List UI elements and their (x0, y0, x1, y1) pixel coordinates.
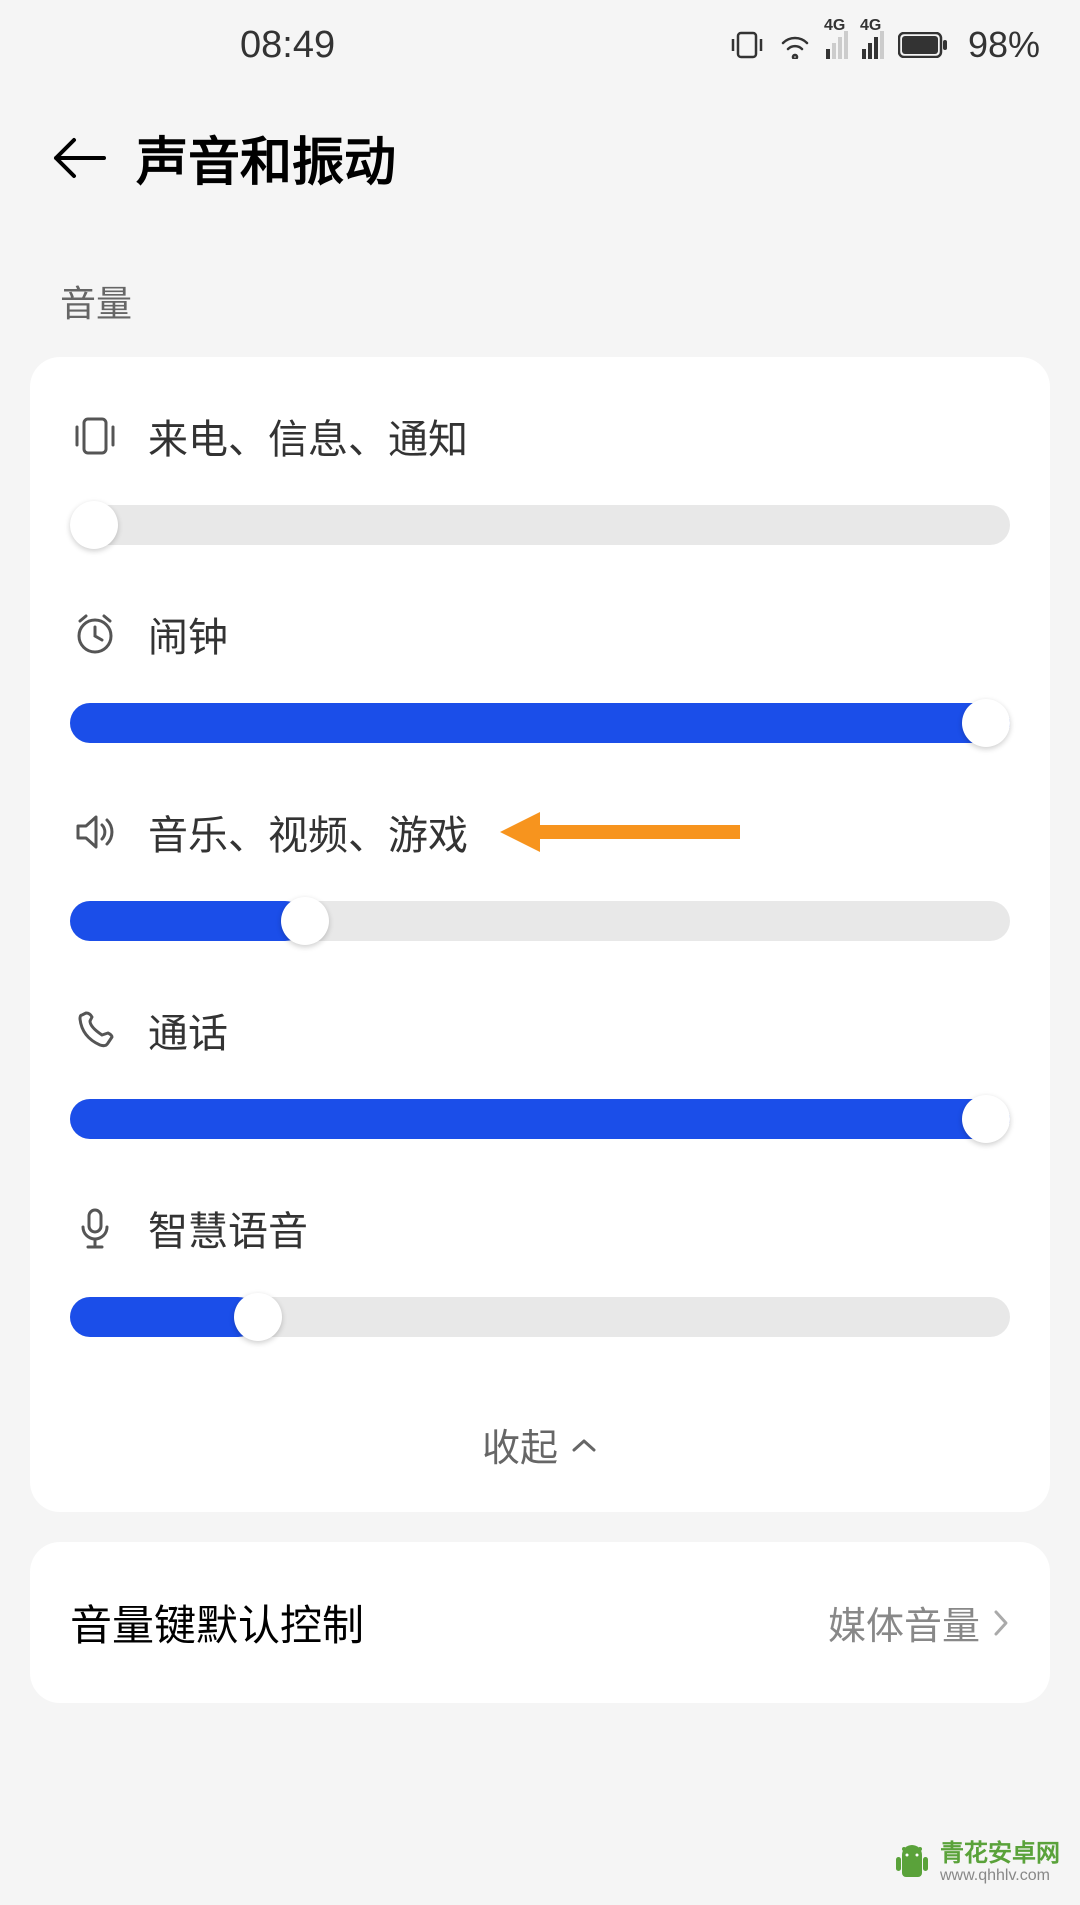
section-label-volume: 音量 (0, 245, 1080, 357)
media-slider[interactable] (70, 901, 1010, 941)
call-slider-row: 通话 (70, 1001, 1010, 1139)
slider-thumb[interactable] (281, 897, 329, 945)
collapse-button[interactable]: 收起 (70, 1397, 1010, 1482)
page-title: 声音和振动 (136, 120, 396, 195)
signal-4g-icon-2: 4G (862, 31, 884, 59)
watermark: 青花安卓网 www.qhhlv.com (892, 1841, 1060, 1885)
vibrate-icon (730, 31, 764, 59)
wifi-icon (778, 31, 812, 59)
status-icons: 4G 4G 98% (730, 24, 1040, 66)
voice-slider-row: 智慧语音 (70, 1199, 1010, 1337)
ringtone-slider-row: 来电、信息、通知 (70, 407, 1010, 545)
slider-thumb[interactable] (962, 1095, 1010, 1143)
ringtone-slider[interactable] (70, 505, 1010, 545)
alarm-clock-icon (70, 609, 120, 659)
watermark-logo-icon (892, 1843, 932, 1883)
volume-key-default-row[interactable]: 音量键默认控制 媒体音量 (70, 1592, 1010, 1653)
speaker-icon (70, 807, 120, 857)
chevron-right-icon (992, 1608, 1010, 1638)
status-time: 08:49 (240, 24, 335, 67)
volume-key-card: 音量键默认控制 媒体音量 (30, 1542, 1050, 1703)
alarm-slider-row: 闹钟 (70, 605, 1010, 743)
slider-thumb[interactable] (234, 1293, 282, 1341)
alarm-label: 闹钟 (148, 605, 228, 663)
phone-icon (70, 1005, 120, 1055)
microphone-icon (70, 1203, 120, 1253)
watermark-name: 青花安卓网 (940, 1841, 1060, 1867)
voice-slider[interactable] (70, 1297, 1010, 1337)
battery-icon (898, 32, 948, 58)
chevron-up-icon (570, 1436, 598, 1454)
annotation-arrow-icon (500, 807, 740, 857)
slider-thumb[interactable] (962, 699, 1010, 747)
volume-key-default-label: 音量键默认控制 (70, 1592, 364, 1653)
alarm-slider[interactable] (70, 703, 1010, 743)
call-slider[interactable] (70, 1099, 1010, 1139)
call-label: 通话 (148, 1001, 228, 1059)
volume-card: 来电、信息、通知 闹钟 音乐、视频、游戏 (30, 357, 1050, 1512)
header: 声音和振动 (0, 90, 1080, 245)
ringtone-label: 来电、信息、通知 (148, 407, 468, 465)
media-slider-row: 音乐、视频、游戏 (70, 803, 1010, 941)
vibrate-icon (70, 411, 120, 461)
voice-label: 智慧语音 (148, 1199, 308, 1257)
slider-thumb[interactable] (70, 501, 118, 549)
volume-key-default-value: 媒体音量 (828, 1595, 980, 1650)
status-bar: 08:49 4G 4G 98% (0, 0, 1080, 90)
collapse-label: 收起 (482, 1417, 558, 1472)
battery-percentage: 98% (968, 24, 1040, 66)
media-label: 音乐、视频、游戏 (148, 803, 468, 861)
back-icon[interactable] (50, 136, 106, 180)
signal-4g-icon-1: 4G (826, 31, 848, 59)
watermark-url: www.qhhlv.com (940, 1867, 1060, 1885)
